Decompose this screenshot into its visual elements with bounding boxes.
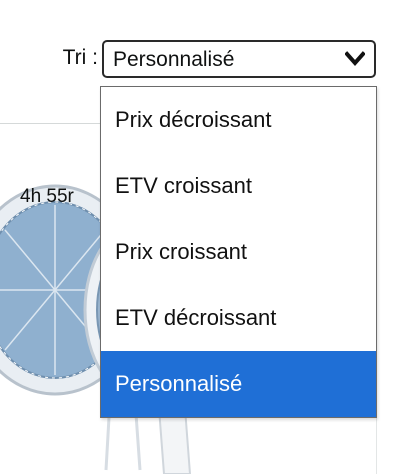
sort-select[interactable]: Personnalisé	[102, 40, 376, 78]
sort-option-prix-croissant[interactable]: Prix croissant	[101, 219, 376, 285]
sort-option-personnalise[interactable]: Personnalisé	[101, 351, 376, 417]
sort-label: Tri :	[62, 46, 98, 69]
chevron-down-icon	[345, 51, 365, 67]
sort-option-etv-decroissant[interactable]: ETV décroissant	[101, 285, 376, 351]
page: 4h 55r Tri : Personnalisé Prix décroissa…	[0, 0, 400, 474]
sort-option-etv-croissant[interactable]: ETV croissant	[101, 153, 376, 219]
countdown-timer: 4h 55r	[20, 186, 74, 207]
sort-selected-value: Personnalisé	[113, 48, 235, 71]
sort-dropdown-list: Prix décroissant ETV croissant Prix croi…	[100, 86, 377, 418]
sort-option-prix-decroissant[interactable]: Prix décroissant	[101, 87, 376, 153]
section-divider	[0, 123, 100, 124]
